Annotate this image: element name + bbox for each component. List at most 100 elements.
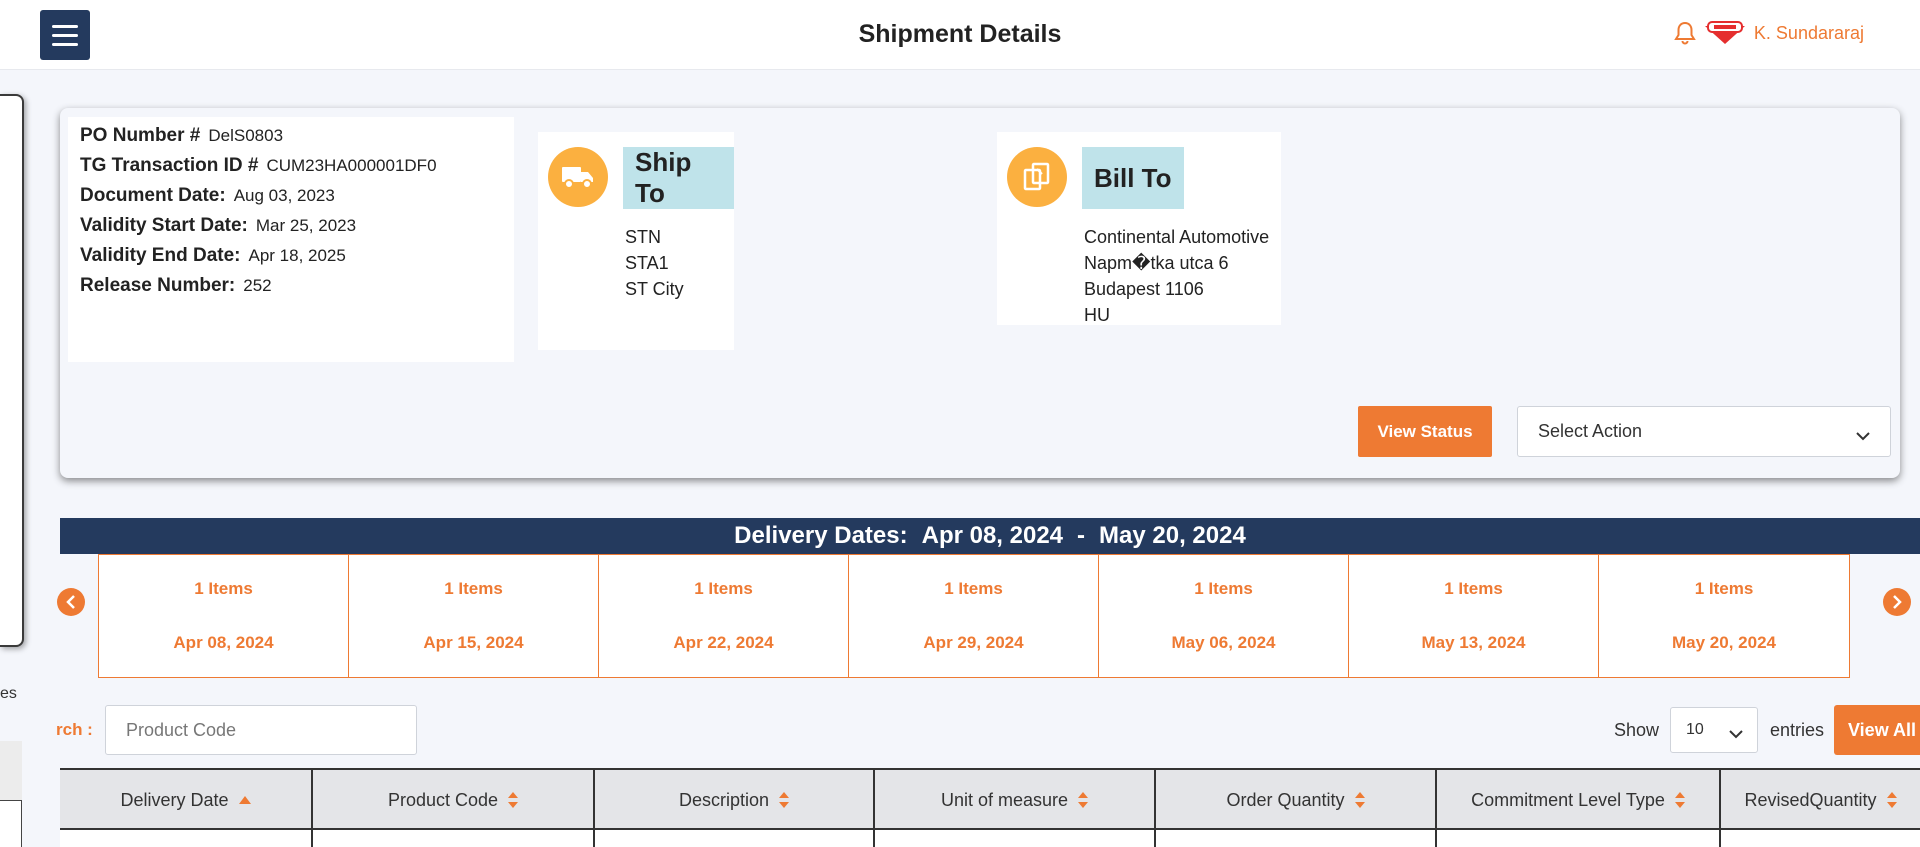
chevron-left-icon: [66, 595, 75, 609]
delivery-date-cell[interactable]: 1 Items Apr 08, 2024: [99, 555, 349, 677]
items-count: 1 Items: [694, 579, 753, 598]
column-header-unit-of-measure[interactable]: Unit of measure: [875, 770, 1156, 830]
truck-icon: [548, 147, 608, 207]
sort-icon: [1886, 792, 1897, 808]
sort-ascending-icon: [238, 796, 251, 804]
show-label: Show: [1614, 720, 1660, 740]
sort-icon: [508, 792, 519, 808]
user-area[interactable]: K. Sundararaj: [1674, 20, 1864, 46]
document-date-value: Aug 03, 2023: [233, 186, 335, 205]
items-count: 1 Items: [444, 579, 503, 598]
validity-start-row: Validity Start Date: Mar 25, 2023: [80, 215, 502, 245]
ship-to-panel: Ship To STN STA1 ST City: [538, 132, 734, 350]
hamburger-menu-button[interactable]: [40, 10, 90, 60]
ship-to-line: STA1: [625, 253, 669, 273]
delivery-date-cell[interactable]: 1 Items May 06, 2024: [1099, 555, 1349, 677]
ship-to-line: STN: [625, 227, 661, 247]
bill-to-line: Budapest 1106: [1084, 279, 1204, 299]
top-bar: Shipment Details K. Sundararaj: [0, 0, 1920, 70]
delivery-start-date: Apr 08, 2024: [921, 522, 1064, 549]
delivery-date-cell[interactable]: 1 Items Apr 15, 2024: [349, 555, 599, 677]
view-status-button[interactable]: View Status: [1358, 406, 1492, 457]
search-label: rch :: [56, 720, 93, 739]
delivery-date: Apr 15, 2024: [423, 633, 524, 652]
table-cell: [595, 830, 875, 847]
sidebar-text-fragment: es: [0, 685, 17, 702]
previous-dates-button[interactable]: [57, 588, 85, 616]
table-cell: [60, 830, 313, 847]
column-header-revised-quantity[interactable]: RevisedQuantity: [1721, 770, 1920, 830]
column-header-delivery-date[interactable]: Delivery Date: [60, 770, 313, 830]
column-label: Delivery Date: [120, 789, 229, 810]
validity-start-label: Validity Start Date:: [80, 215, 248, 236]
column-label: Description: [678, 789, 770, 810]
sort-icon: [779, 792, 790, 808]
delivery-date-cell[interactable]: 1 Items May 13, 2024: [1349, 555, 1599, 677]
po-details-panel: PO Number # DelS0803 TG Transaction ID # C…: [68, 117, 514, 362]
delivery-date: Apr 29, 2024: [923, 633, 1024, 652]
table-row: [60, 830, 1920, 847]
transaction-id-row: TG Transaction ID # CUM23HA000001DF0: [80, 155, 502, 185]
bill-to-line: Napm�tka utca 6: [1084, 253, 1229, 273]
release-number-label: Release Number:: [80, 275, 236, 296]
column-header-description[interactable]: Description: [595, 770, 875, 830]
validity-start-value: Mar 25, 2023: [255, 216, 357, 235]
sort-icon: [1078, 792, 1089, 808]
page-title: Shipment Details: [858, 20, 1062, 48]
column-label: Unit of measure: [940, 789, 1069, 810]
ship-to-line: ST City: [625, 279, 684, 299]
column-header-product-code[interactable]: Product Code: [313, 770, 595, 830]
bill-to-address: Continental Automotive Napm�tka utca 6 B…: [1084, 224, 1269, 328]
column-label: Commitment Level Type: [1471, 789, 1665, 810]
entries-value: 10: [1686, 721, 1704, 738]
ship-to-title: Ship To: [623, 147, 734, 209]
delivery-dates-label: Delivery Dates:: [734, 522, 908, 549]
user-name[interactable]: K. Sundararaj: [1754, 23, 1864, 44]
items-count: 1 Items: [1194, 579, 1253, 598]
sidebar-panel-fragment: [0, 94, 24, 647]
document-date-label: Document Date:: [80, 185, 226, 206]
delivery-end-date: May 20, 2024: [1099, 522, 1246, 549]
po-number-value: DelS0803: [208, 126, 284, 145]
select-action-dropdown[interactable]: Select Action: [1517, 406, 1891, 457]
table-divider: [60, 828, 1920, 830]
release-number-row: Release Number: 252: [80, 275, 502, 305]
delivery-date: May 13, 2024: [1421, 633, 1526, 652]
validity-end-row: Validity End Date: Apr 18, 2025: [80, 245, 502, 275]
sidebar-table-header-fragment: [0, 741, 22, 801]
ship-to-address: STN STA1 ST City: [625, 224, 684, 302]
column-label: Order Quantity: [1226, 789, 1345, 810]
delivery-date-cell[interactable]: 1 Items Apr 29, 2024: [849, 555, 1099, 677]
delivery-date: May 20, 2024: [1672, 633, 1776, 652]
transaction-id-value: CUM23HA000001DF0: [266, 156, 437, 175]
column-header-order-quantity[interactable]: Order Quantity: [1156, 770, 1437, 830]
transaction-id-label: TG Transaction ID #: [80, 155, 259, 176]
chevron-right-icon: [1893, 595, 1902, 609]
column-header-commitment-level-type[interactable]: Commitment Level Type: [1437, 770, 1721, 830]
po-number-label: PO Number #: [80, 125, 201, 146]
view-all-button[interactable]: View All: [1834, 705, 1920, 755]
entries-per-page-select[interactable]: 10: [1670, 707, 1758, 753]
document-date-row: Document Date: Aug 03, 2023: [80, 185, 502, 215]
column-label: RevisedQuantity: [1744, 789, 1877, 810]
documents-icon: [1007, 147, 1067, 207]
delivery-date-cell[interactable]: 1 Items May 20, 2024: [1599, 555, 1849, 677]
sort-icon: [1354, 792, 1365, 808]
table-header-row: Delivery Date Product Code Description U…: [60, 770, 1920, 830]
table-cell: [1721, 830, 1920, 847]
table-cell: [1437, 830, 1721, 847]
product-code-search-input[interactable]: [105, 705, 417, 755]
validity-end-label: Validity End Date:: [80, 245, 241, 266]
next-dates-button[interactable]: [1883, 588, 1911, 616]
column-label: Product Code: [387, 789, 499, 810]
bill-to-line: HU: [1084, 305, 1110, 325]
validity-end-value: Apr 18, 2025: [248, 246, 346, 265]
chevron-down-icon: [1856, 425, 1870, 446]
delivery-date-separator: -: [1077, 522, 1086, 549]
items-count: 1 Items: [194, 579, 253, 598]
release-number-value: 252: [243, 276, 272, 295]
delivery-date-cells: 1 Items Apr 08, 2024 1 Items Apr 15, 2024 …: [98, 554, 1850, 678]
delivery-date-cell[interactable]: 1 Items Apr 22, 2024: [599, 555, 849, 677]
table-cell: [1156, 830, 1437, 847]
bell-icon[interactable]: [1674, 21, 1696, 45]
